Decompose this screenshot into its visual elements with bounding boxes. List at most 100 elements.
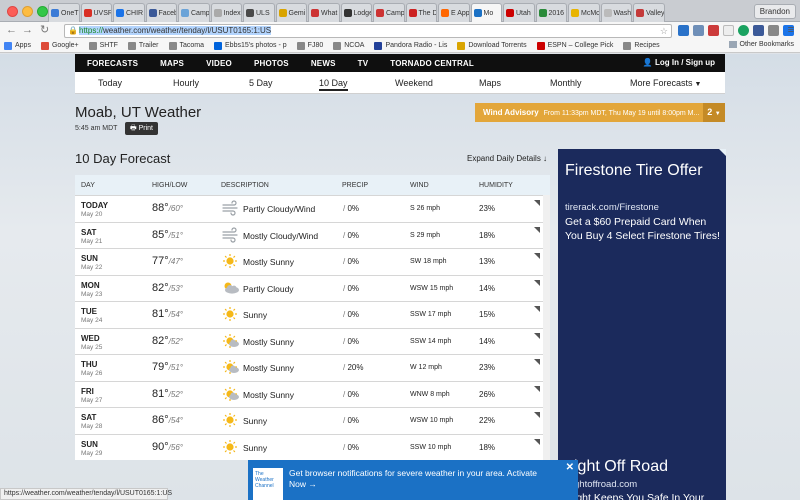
profile-button[interactable]: Brandon [753,4,796,19]
extension-icon[interactable] [738,25,749,36]
forecast-row[interactable]: WED May 25 82°/52° Mostly Sunny / 0% SSW 14 m… [75,327,543,353]
extension-icon[interactable] [768,25,779,36]
browser-tab[interactable]: Camp [373,3,405,22]
print-button[interactable]: 🖶 Print [125,122,158,135]
expand-row-icon[interactable] [534,412,540,418]
browser-tab[interactable]: Gemi [275,3,307,22]
advertisement[interactable]: Firestone Tire Offer tirerack.com/Firest… [558,149,726,500]
browser-tab[interactable]: Wash [600,3,632,22]
bookmark-item[interactable]: ESPN – College Pick [536,41,613,50]
forecast-row[interactable]: SAT May 28 86°/54° Sunny / 0% WSW 10 mph 22% [75,407,543,432]
browser-tab[interactable]: ULS [243,3,275,22]
maximize-window-button[interactable] [37,6,48,17]
reload-icon[interactable]: ↻ [40,24,49,36]
advisory-count-dropdown[interactable]: 2 ▼ [703,103,725,122]
bookmark-item[interactable]: Apps [4,41,31,50]
expand-row-icon[interactable] [534,200,540,206]
forecast-row[interactable]: SAT May 21 85°/51° Mostly Cloudy/Wind / 0% S … [75,221,543,247]
bookmark-item[interactable]: Download Torrents [457,41,527,50]
back-icon[interactable]: ← [6,24,17,36]
subnav-tab[interactable]: Monthly [550,78,582,88]
ad-body: Get a $60 Prepaid Card When You Buy 4 Se… [565,216,720,242]
table-scrollbar[interactable] [543,195,550,460]
subnav-tab[interactable]: Hourly [173,78,199,88]
nav-item[interactable]: FORECASTS [87,59,138,68]
ad-choices-icon[interactable] [719,149,726,156]
signup-link[interactable]: Sign up [686,58,715,67]
forecast-row[interactable]: MON May 23 82°/53° Partly Cloudy / 0% WSW 15 … [75,274,543,300]
other-bookmarks[interactable]: Other Bookmarks [728,41,794,48]
expand-row-icon[interactable] [534,226,540,233]
forecast-row[interactable]: FRI May 27 81°/52° Mostly Sunny / 0% WNW 8 mp… [75,380,543,406]
browser-tab[interactable]: Mo [470,3,502,22]
bookmark-item[interactable]: Recipes [623,41,660,50]
browser-tab[interactable]: Utah [503,3,535,22]
expand-daily-details-button[interactable]: Expand Daily Details ↓ [467,154,547,163]
expand-row-icon[interactable] [534,438,540,445]
extension-icon[interactable] [708,25,719,36]
nav-item[interactable]: NEWS [311,59,336,68]
close-icon[interactable]: ✕ [566,462,574,473]
wind-advisory-banner[interactable]: Wind Advisory From 11:33pm MDT, Thu May … [475,103,725,122]
expand-row-icon[interactable] [534,306,540,312]
humidity-value: 14% [479,336,496,346]
forecast-row[interactable]: SUN May 29 90°/56° Sunny / 0% SSW 10 mph 18% [75,433,543,459]
expand-row-icon[interactable] [534,253,540,259]
close-window-button[interactable] [7,6,18,17]
forecast-row[interactable]: SUN May 22 77°/47° Mostly Sunny / 0% SW 18 mp… [75,248,543,273]
nav-item[interactable]: VIDEO [206,59,232,68]
bookmark-item[interactable]: Tacoma [168,41,204,50]
browser-tab[interactable]: McMo [568,3,600,22]
bookmark-star-icon[interactable]: ☆ [660,25,668,37]
browser-tab[interactable]: What [308,3,340,22]
forecast-row[interactable]: THU May 26 79°/51° Mostly Sunny / 20% W 12 mp… [75,354,543,379]
subnav-tab[interactable]: Weekend [395,78,433,88]
browser-tab[interactable]: OneT [48,3,80,22]
browser-tab[interactable]: Lodge [340,3,372,22]
bookmark-item[interactable]: FJ80 [296,41,323,50]
extension-icon[interactable] [693,25,704,36]
expand-row-icon[interactable] [534,359,540,365]
bookmark-item[interactable]: Ebbs15's photos - p [214,41,287,50]
bookmark-item[interactable]: SHTF [88,41,118,50]
extension-icon[interactable] [678,25,689,36]
subnav-tab[interactable]: Maps [479,78,501,88]
subnav-tab[interactable]: Today [98,78,122,88]
nav-item[interactable]: TV [358,59,369,68]
bookmark-item[interactable]: Pandora Radio - Lis [374,41,447,50]
expand-row-icon[interactable] [534,279,540,286]
bookmark-item[interactable]: Google+ [40,41,79,50]
address-bar[interactable]: 🔒 https://weather.com/weather/tenday/l/U… [64,24,672,38]
login-link[interactable]: Log In [655,58,679,67]
browser-tab[interactable]: Camp [178,3,210,22]
browser-tab[interactable]: UVSR [80,3,112,22]
bookmark-item[interactable]: NCOA [333,41,364,50]
bookmark-item[interactable]: Trailer [127,41,159,50]
extension-icon[interactable] [753,25,764,36]
menu-icon[interactable]: ≡ [788,24,794,36]
precip-value: 0% [347,230,360,240]
forecast-row[interactable]: TODAY May 20 88°/60° Partly Cloudy/Wind / 0%… [75,195,543,220]
forecast-row[interactable]: TUE May 24 81°/54° Sunny / 0% SSW 17 mph 15% [75,301,543,326]
precip-value: 0% [347,283,360,293]
nav-item[interactable]: MAPS [160,59,184,68]
minimize-window-button[interactable] [22,6,33,17]
browser-tab[interactable]: 2016 [535,3,567,22]
browser-tab[interactable]: Valley [633,3,665,22]
browser-tab[interactable]: Index [210,3,242,22]
browser-tab[interactable]: Faceb [145,3,177,22]
tab-title: Lodge [353,9,372,17]
subnav-tab[interactable]: More Forecasts ▼ [630,78,701,88]
browser-tab[interactable]: The D [405,3,437,22]
browser-tab[interactable]: E App [438,3,470,22]
nav-item[interactable]: TORNADO CENTRAL [390,59,474,68]
subnav-tab[interactable]: 5 Day [249,78,273,88]
expand-row-icon[interactable] [534,385,540,392]
expand-row-icon[interactable] [534,332,540,339]
subnav-tab[interactable]: 10 Day [319,78,348,91]
nav-item[interactable]: PHOTOS [254,59,289,68]
extension-icon[interactable] [723,25,734,36]
forward-icon[interactable]: → [22,24,33,36]
notification-banner[interactable]: The Weather Channel Get browser notifica… [248,460,578,500]
browser-tab[interactable]: CHIR [113,3,145,22]
